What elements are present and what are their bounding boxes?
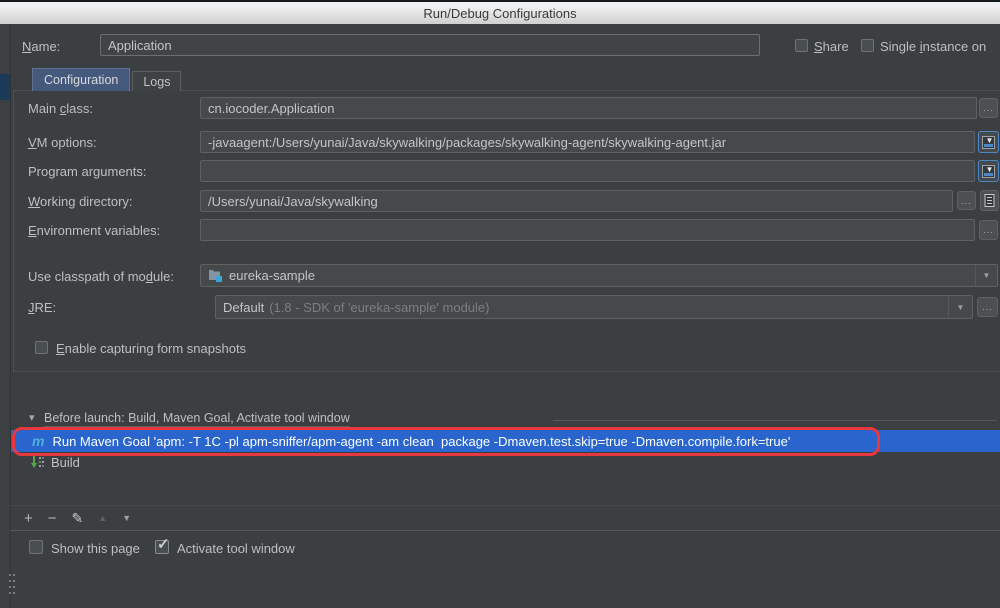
maven-icon: m: [32, 434, 44, 448]
tab-configuration[interactable]: Configuration: [32, 68, 130, 91]
before-launch-item-maven[interactable]: m Run Maven Goal 'apm: -T 1C -pl apm-sni…: [11, 430, 1000, 452]
tree-splitter[interactable]: [10, 24, 11, 608]
name-value: Application: [108, 38, 172, 53]
dialog-title: Run/Debug Configurations: [423, 6, 576, 21]
collapse-arrow-icon[interactable]: ▾: [29, 411, 35, 424]
configuration-tab-panel: [13, 90, 1000, 372]
show-this-page-label: Show this page: [51, 541, 140, 556]
tab-logs[interactable]: Logs: [132, 71, 181, 91]
share-label: Share: [814, 39, 849, 54]
before-launch-item-label: Build: [51, 455, 80, 470]
configurations-tree-edge[interactable]: [0, 24, 10, 608]
remove-icon[interactable]: −: [48, 511, 57, 526]
name-input[interactable]: Application: [100, 34, 760, 56]
before-launch-item-label: Run Maven Goal 'apm: -T 1C -pl apm-sniff…: [52, 434, 790, 449]
before-launch-item-build[interactable]: Build: [11, 452, 1000, 472]
single-instance-checkbox[interactable]: [861, 39, 874, 52]
dialog-titlebar[interactable]: Run/Debug Configurations: [0, 0, 1000, 24]
run-debug-configurations-dialog: { "dialog": { "title": "Run/Debug Config…: [0, 0, 1000, 608]
move-up-icon[interactable]: ▲: [98, 514, 107, 523]
section-separator: [553, 420, 997, 421]
before-launch-toolbar: + − ✎ ▲ ▼: [24, 507, 131, 529]
single-instance-label: Single instance on: [880, 39, 986, 54]
resize-grip-icon[interactable]: [8, 572, 17, 598]
build-icon: [30, 455, 44, 470]
toolbar-bottom-border: [10, 530, 1000, 531]
show-this-page-checkbox[interactable]: [29, 540, 43, 554]
share-checkbox[interactable]: [795, 39, 808, 52]
add-icon[interactable]: +: [24, 511, 33, 526]
checkmark-icon: ✓: [157, 535, 170, 553]
name-label: Name:: [22, 39, 60, 54]
toolbar-top-border: [10, 505, 1000, 506]
edit-icon[interactable]: ✎: [72, 511, 84, 525]
config-tabs: Configuration Logs: [32, 67, 181, 91]
move-down-icon[interactable]: ▼: [122, 514, 131, 523]
tree-selected-item-sliver[interactable]: [0, 74, 10, 100]
before-launch-header: Before launch: Build, Maven Goal, Activa…: [44, 411, 350, 427]
activate-tool-window-checkbox[interactable]: ✓: [155, 540, 169, 554]
activate-tool-window-label: Activate tool window: [177, 541, 295, 556]
